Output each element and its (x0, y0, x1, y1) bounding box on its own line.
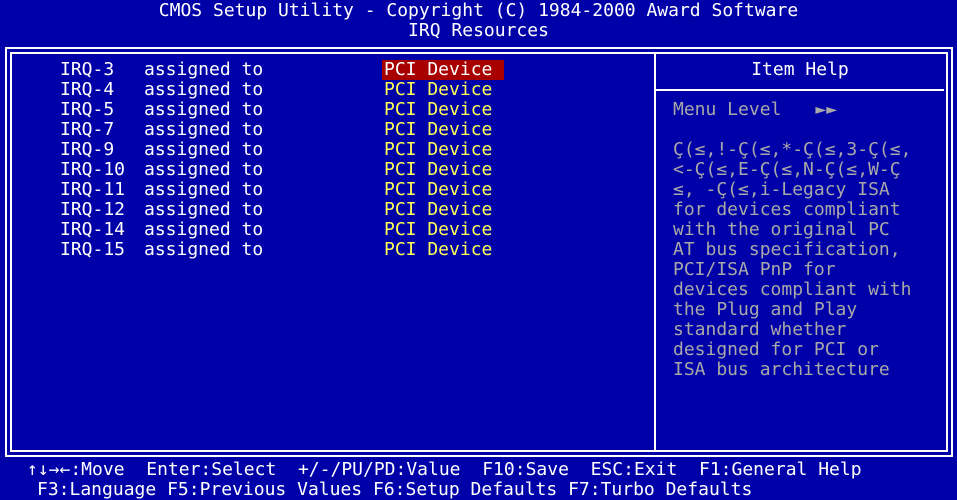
setting-value[interactable]: PCI Device (382, 200, 504, 220)
help-line: Ç(≤,!-Ç(≤,*-Ç(≤,3-Ç(≤, (673, 139, 912, 160)
setting-description: assigned to (144, 119, 264, 140)
setting-description: assigned to (144, 79, 264, 100)
footer-key-value: +/-/PU/PD:Value (297, 459, 461, 480)
setting-description: assigned to (144, 239, 264, 260)
setting-row-irq-5[interactable]: IRQ-5 assigned to PCI Device (60, 100, 504, 120)
help-line: PCI/ISA PnP for (673, 259, 836, 280)
setting-row-irq-9[interactable]: IRQ-9 assigned to PCI Device (60, 140, 504, 160)
menu-level-label: Menu Level (673, 99, 782, 120)
setting-row-irq-3[interactable]: IRQ-3 assigned to PCI Device (60, 59, 505, 80)
menu-level-arrows-icon: ►► (815, 99, 838, 120)
setting-description: assigned to (144, 199, 264, 220)
help-line: ≤, -Ç(≤,i-Legacy ISA (673, 179, 890, 200)
help-line: devices compliant with (673, 279, 912, 300)
setting-description: assigned to (144, 179, 264, 200)
setting-label: IRQ-14 (60, 219, 126, 240)
setting-row-irq-12[interactable]: IRQ-12 assigned to PCI Device (60, 200, 504, 220)
setting-value[interactable]: PCI Device (382, 100, 504, 120)
help-line: for devices compliant (673, 199, 901, 220)
setting-label: IRQ-3 (60, 59, 115, 80)
footer-key-exit: ESC:Exit (590, 459, 678, 480)
footer-key-general-help: F1:General Help (699, 459, 862, 480)
setting-label: IRQ-5 (60, 99, 115, 120)
footer-key-setup-defaults: F6:Setup Defaults (372, 479, 558, 500)
setting-description: assigned to (144, 59, 264, 80)
help-title-divider (656, 89, 944, 91)
footer-key-previous-values: F5:Previous Values (167, 479, 363, 500)
footer-key-turbo-defaults: F7:Turbo Defaults (568, 479, 753, 500)
setting-row-irq-10[interactable]: IRQ-10 assigned to PCI Device (60, 160, 504, 180)
help-text: Ç(≤,!-Ç(≤,*-Ç(≤,3-Ç(≤, <-Ç(≤,E-Ç(≤,N-Ç(≤,… (673, 140, 911, 380)
setting-value[interactable]: PCI Device (382, 140, 504, 160)
setting-value[interactable]: PCI Device (382, 80, 504, 100)
footer-key-move: ↑↓→←:Move (27, 459, 125, 480)
help-line: standard whether (673, 319, 847, 340)
footer-keys-line-2: F3:Language F5:Previous Values F6:Setup … (37, 480, 957, 500)
setting-label: IRQ-4 (60, 79, 115, 100)
help-line: designed for PCI or (673, 339, 879, 360)
setting-row-irq-14[interactable]: IRQ-14 assigned to PCI Device (60, 220, 504, 240)
setting-description: assigned to (144, 99, 264, 120)
setting-label: IRQ-11 (60, 179, 126, 200)
setting-description: assigned to (144, 159, 264, 180)
help-line: <-Ç(≤,E-Ç(≤,N-Ç(≤,W-Ç (673, 159, 901, 180)
setting-description: assigned to (144, 139, 264, 160)
setting-value[interactable]: PCI Device (382, 60, 505, 80)
app-title: CMOS Setup Utility - Copyright (C) 1984-… (158, 0, 799, 21)
setting-row-irq-15[interactable]: IRQ-15 assigned to PCI Device (60, 240, 504, 260)
setting-value[interactable]: PCI Device (382, 220, 504, 240)
setting-row-irq-4[interactable]: IRQ-4 assigned to PCI Device (60, 80, 504, 100)
footer-key-language: F3:Language (37, 479, 157, 500)
setting-label: IRQ-10 (60, 159, 126, 180)
setting-value[interactable]: PCI Device (382, 160, 504, 180)
setting-label: IRQ-12 (60, 199, 126, 220)
panel-divider (654, 54, 656, 450)
help-panel-title: Item Help (751, 59, 849, 80)
help-line: ISA bus architecture (673, 359, 890, 380)
setting-description: assigned to (144, 219, 264, 240)
footer-key-select: Enter:Select (146, 459, 277, 480)
setting-value[interactable]: PCI Device (382, 240, 504, 260)
footer-key-save: F10:Save (482, 459, 569, 480)
help-line: AT bus specification, (673, 239, 901, 260)
setting-label: IRQ-9 (60, 139, 115, 160)
help-line: with the original PC (673, 219, 890, 240)
menu-level: Menu Level ►► (673, 100, 837, 120)
setting-label: IRQ-15 (60, 239, 126, 260)
page-title: IRQ Resources (408, 20, 549, 41)
setting-value[interactable]: PCI Device (382, 180, 504, 200)
setting-row-irq-7[interactable]: IRQ-7 assigned to PCI Device (60, 120, 504, 140)
setting-row-irq-11[interactable]: IRQ-11 assigned to PCI Device (60, 180, 504, 200)
setting-label: IRQ-7 (60, 119, 115, 140)
help-line: the Plug and Play (673, 299, 858, 320)
footer-keys-line-1: ↑↓→←:Move Enter:Select +/-/PU/PD:Value F… (27, 460, 957, 480)
setting-value[interactable]: PCI Device (382, 120, 504, 140)
